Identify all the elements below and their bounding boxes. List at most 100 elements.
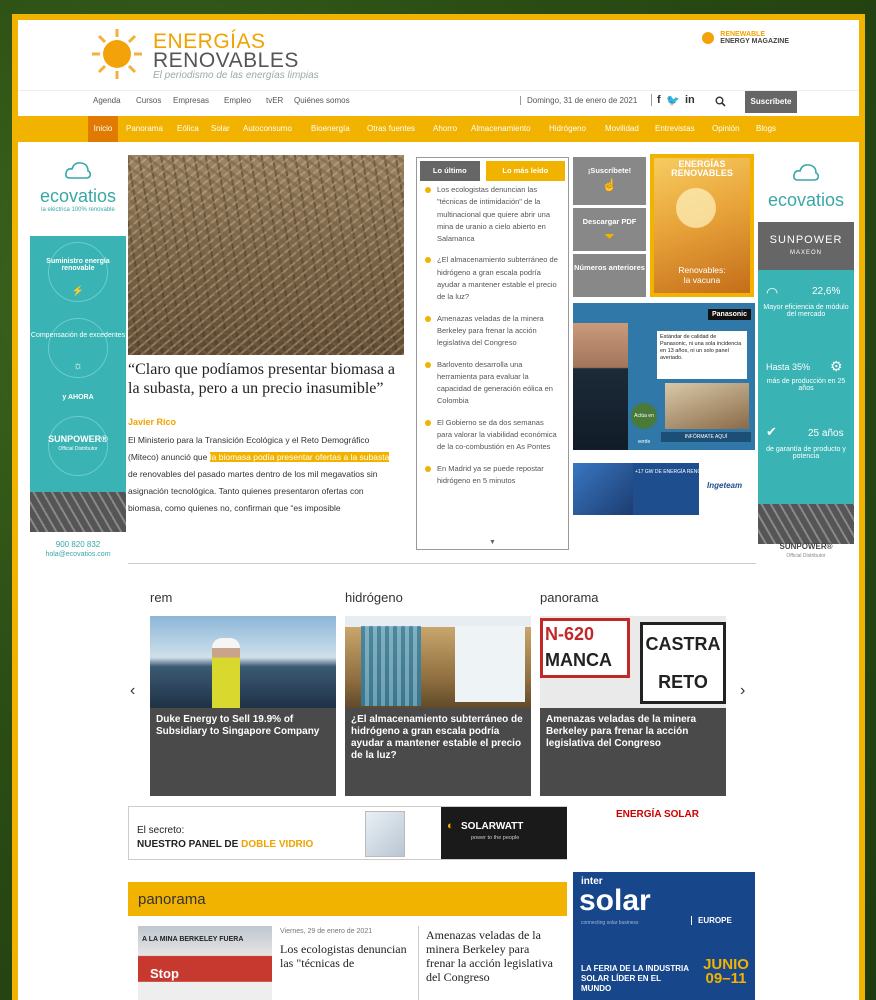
nav-opinion[interactable]: Opinión bbox=[712, 124, 740, 133]
magazine-cover-line1: Renovables: bbox=[678, 265, 726, 275]
tab-most-read[interactable]: Lo más leído bbox=[485, 161, 565, 181]
facebook-icon[interactable]: f bbox=[651, 94, 661, 106]
panasonic-ad-text: Estándar de calidad de Panasonic, ni una… bbox=[657, 331, 747, 379]
solarwatt-ad[interactable]: El secreto: NUESTRO PANEL DE DOBLE VIDRI… bbox=[128, 806, 567, 860]
sun-logo-icon[interactable] bbox=[90, 27, 144, 81]
plug-icon: ⚡ bbox=[71, 286, 85, 297]
search-icon[interactable] bbox=[715, 96, 726, 107]
news-item-text: Amenazas veladas de la minera Berkeley p… bbox=[437, 313, 544, 348]
back-issues-button[interactable]: Números anteriores bbox=[573, 254, 646, 297]
nav-cursos[interactable]: Cursos bbox=[136, 96, 161, 105]
carousel-category[interactable]: panorama bbox=[540, 590, 599, 605]
panorama-story-title[interactable]: Los ecologistas denuncian las "técnicas … bbox=[280, 942, 410, 970]
carousel-category[interactable]: rem bbox=[150, 590, 172, 605]
site-tagline: El periodismo de las energías limpias bbox=[153, 70, 319, 81]
ecovatios-offers: Suministro energía renovable ⚡ Compensac… bbox=[30, 236, 126, 492]
panasonic-logo: Panasonic bbox=[707, 309, 751, 320]
panasonic-ad[interactable]: Panasonic Estándar de calidad de Panason… bbox=[573, 303, 755, 450]
bullet-icon bbox=[425, 419, 431, 426]
twitter-icon[interactable]: 🐦 bbox=[666, 94, 680, 107]
stat-efficiency-text: Mayor eficiencia de módulo del mercado bbox=[763, 304, 849, 318]
subscribe-button[interactable]: Suscríbete bbox=[745, 91, 797, 113]
carousel-category[interactable]: hidrógeno bbox=[345, 590, 403, 605]
chevron-down-icon[interactable]: ▼ bbox=[489, 539, 496, 546]
carousel-card[interactable]: Duke Energy to Sell 19.9% of Subsidiary … bbox=[150, 616, 336, 796]
ecovatios-email[interactable]: hola@ecovatios.com bbox=[30, 551, 126, 558]
magazine-cover[interactable]: ENERGÍAS RENOVABLES Renovables: la vacun… bbox=[650, 154, 754, 297]
ecovatios-logo-right: ecovatios bbox=[758, 158, 854, 222]
subscribe-magazine-button[interactable]: ¡Suscríbete! ☝ bbox=[573, 157, 646, 205]
nav-ahorro[interactable]: Ahorro bbox=[433, 124, 457, 133]
nav-empleo[interactable]: Empleo bbox=[224, 96, 251, 105]
energia-solar-label[interactable]: ENERGÍA SOLAR bbox=[616, 809, 699, 820]
ecovatios-phone[interactable]: 900 820 832 bbox=[30, 540, 126, 549]
nav-movilidad[interactable]: Movilidad bbox=[605, 124, 639, 133]
lead-story-author[interactable]: Javier Rico bbox=[128, 417, 176, 427]
sign-text-4: RETO bbox=[658, 672, 708, 692]
bullet-icon bbox=[425, 465, 431, 472]
news-item[interactable]: Barlovento desarrolla una herramienta pa… bbox=[425, 359, 560, 408]
news-item-text: En Madrid ya se puede repostar hidrógeno… bbox=[437, 463, 544, 485]
linkedin-icon[interactable]: in bbox=[685, 94, 695, 106]
nav-quienes-somos[interactable]: Quiénes somos bbox=[294, 96, 350, 105]
news-item[interactable]: En Madrid ya se puede repostar hidrógeno… bbox=[425, 463, 560, 488]
nav-agenda[interactable]: Agenda bbox=[93, 96, 121, 105]
subscribe-magazine-label: ¡Suscríbete! bbox=[587, 166, 632, 175]
ecovatios-logo: ecovatios la eléctrica 100% renovable bbox=[30, 158, 126, 228]
left-ad-banner[interactable]: ecovatios la eléctrica 100% renovable Su… bbox=[30, 158, 126, 568]
nav-tver[interactable]: tvER bbox=[266, 96, 283, 105]
ingeteam-ad[interactable]: +17 GW DE ENERGÍA RENOVABLE Ingeteam bbox=[573, 463, 755, 515]
nav-bioenergia[interactable]: Bioenergía bbox=[311, 124, 350, 133]
carousel-card-title: Duke Energy to Sell 19.9% of Subsidiary … bbox=[156, 714, 320, 737]
panorama-image[interactable]: A LA MINA BERKELEY FUERA Stop bbox=[138, 926, 272, 1000]
panorama-separator bbox=[418, 926, 419, 1000]
nav-empresas[interactable]: Empresas bbox=[173, 96, 209, 105]
carousel-card-image: N-620 MANCA CASTRA RETO bbox=[540, 616, 726, 708]
panasonic-cta[interactable]: INFÓRMATE AQUÍ bbox=[661, 432, 751, 442]
chevron-right-icon[interactable]: › bbox=[740, 682, 745, 700]
carousel-card[interactable]: N-620 MANCA CASTRA RETO Amenazas veladas d… bbox=[540, 616, 726, 796]
magazine-title-2: RENOVABLES bbox=[671, 168, 733, 178]
panorama-story-title-2[interactable]: Amenazas veladas de la minera Berkeley p… bbox=[426, 928, 556, 984]
nav-autoconsumo[interactable]: Autoconsumo bbox=[243, 124, 292, 133]
chevron-left-icon[interactable]: ‹ bbox=[130, 682, 135, 700]
news-item[interactable]: El Gobierno se da dos semanas para valor… bbox=[425, 417, 560, 454]
solarwatt-circle-icon: ◐ bbox=[447, 820, 454, 832]
lead-story-body: El Ministerio para la Transición Ecológi… bbox=[128, 432, 398, 528]
lead-story-inline-link[interactable]: la biomasa podía presentar ofertas a la … bbox=[209, 452, 390, 462]
nav-hidrogeno[interactable]: Hidrógeno bbox=[549, 124, 586, 133]
nav-entrevistas[interactable]: Entrevistas bbox=[655, 124, 695, 133]
carousel-card[interactable]: ¿El almacenamiento subterráneo de hidróg… bbox=[345, 616, 531, 796]
nav-panorama[interactable]: Panorama bbox=[126, 124, 163, 133]
news-item[interactable]: Amenazas veladas de la minera Berkeley p… bbox=[425, 313, 560, 350]
cloud-icon bbox=[793, 164, 820, 181]
news-item[interactable]: Los ecologistas denuncian las "técnicas … bbox=[425, 184, 560, 245]
tab-latest[interactable]: Lo último bbox=[420, 161, 480, 181]
sign-text-3: CASTRA bbox=[645, 634, 721, 654]
lead-story-title[interactable]: “Claro que podíamos presentar biomasa a … bbox=[128, 360, 408, 398]
nav-almacenamiento[interactable]: Almacenamiento bbox=[471, 124, 531, 133]
stat-warranty-value: 25 años bbox=[808, 428, 844, 439]
download-pdf-button[interactable]: Descargar PDF ⏷ bbox=[573, 208, 646, 251]
news-item[interactable]: ¿El almacenamiento subterráneo de hidróg… bbox=[425, 254, 560, 303]
sun-outline-icon: ☼ bbox=[72, 360, 84, 372]
nav-solar[interactable]: Solar bbox=[211, 124, 230, 133]
intersolar-ad[interactable]: inter solar connecting solar business EU… bbox=[573, 872, 755, 1000]
nav-otras-fuentes[interactable]: Otras fuentes bbox=[367, 124, 415, 133]
solarwatt-sub: power to the people bbox=[471, 835, 520, 841]
panorama-header[interactable]: panorama bbox=[128, 882, 567, 916]
site-header: ENERGÍAS RENOVABLES El periodismo de las… bbox=[18, 20, 859, 90]
carousel-card-title: ¿El almacenamiento subterráneo de hidróg… bbox=[351, 714, 523, 761]
cloud-icon bbox=[65, 162, 92, 179]
nav-blogs[interactable]: Blogs bbox=[756, 124, 776, 133]
nav-eolica[interactable]: Eólica bbox=[177, 124, 199, 133]
current-date: Domingo, 31 de enero de 2021 bbox=[520, 96, 637, 105]
gauge-icon: ◠ bbox=[766, 284, 779, 300]
right-ad-banner[interactable]: ecovatios SUNPOWER MAXEON ◠ 22,6% Mayor … bbox=[758, 158, 854, 568]
section-divider bbox=[128, 563, 756, 564]
sign-text-1: N-620 bbox=[545, 624, 595, 644]
renewable-energy-magazine-link[interactable]: RENEWABLE ENERGY MAGAZINE bbox=[700, 30, 789, 46]
nav-inicio[interactable]: Inicio bbox=[88, 116, 118, 142]
lead-story-image[interactable] bbox=[128, 155, 404, 355]
latest-news-panel: Lo último Lo más leído Los ecologistas d… bbox=[416, 157, 569, 550]
